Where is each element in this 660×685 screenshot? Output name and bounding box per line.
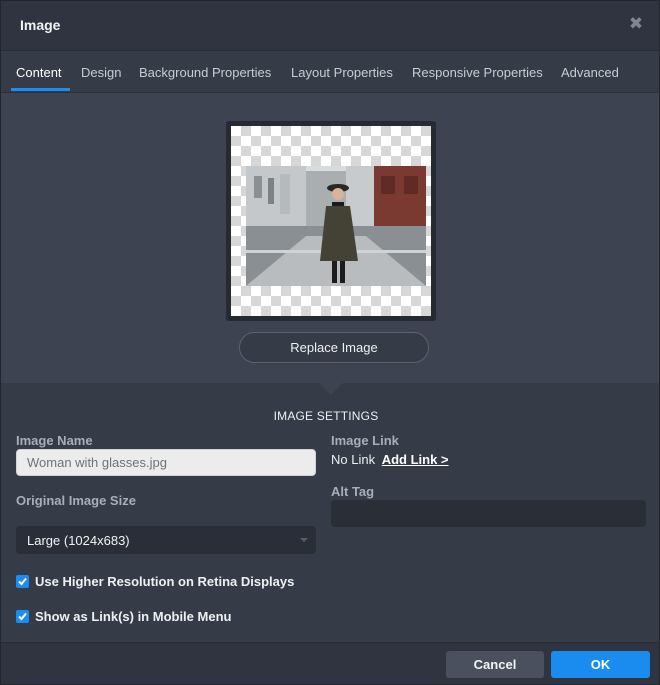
close-icon[interactable]: ✖ [627, 15, 645, 33]
ok-button[interactable]: OK [551, 651, 650, 678]
original-size-value: Large (1024x683) [27, 533, 130, 548]
tab-bar: Content Design Background Properties Lay… [1, 52, 659, 93]
image-name-field[interactable]: Woman with glasses.jpg [16, 449, 316, 476]
retina-checkbox[interactable] [16, 575, 29, 588]
image-dialog: Image ✖ Content Design Background Proper… [0, 0, 660, 685]
image-preview-area: Replace Image [1, 93, 659, 383]
mobile-menu-option[interactable]: Show as Link(s) in Mobile Menu [16, 609, 231, 624]
original-size-select[interactable]: Large (1024x683) [16, 526, 316, 554]
original-size-label: Original Image Size [16, 493, 136, 508]
preview-notch [319, 383, 343, 395]
replace-image-button[interactable]: Replace Image [239, 332, 429, 363]
add-link-button[interactable]: Add Link > [382, 452, 449, 467]
image-settings-heading: IMAGE SETTINGS [273, 409, 379, 423]
image-name-label: Image Name [16, 433, 93, 448]
dialog-title: Image [20, 17, 61, 33]
tab-advanced[interactable]: Advanced [561, 65, 619, 80]
image-preview-frame [226, 121, 436, 321]
tab-responsive-properties[interactable]: Responsive Properties [412, 65, 543, 80]
no-link-text: No Link [331, 452, 376, 467]
transparency-checkerboard [231, 126, 431, 316]
image-link-label: Image Link [331, 433, 399, 448]
tab-background-properties[interactable]: Background Properties [139, 65, 271, 80]
alt-tag-label: Alt Tag [331, 484, 375, 499]
tab-design[interactable]: Design [81, 65, 121, 80]
dialog-footer: Cancel OK [1, 642, 659, 684]
cancel-button[interactable]: Cancel [446, 651, 544, 678]
mobile-menu-label: Show as Link(s) in Mobile Menu [35, 609, 232, 624]
retina-option[interactable]: Use Higher Resolution on Retina Displays [16, 574, 294, 589]
preview-image [246, 166, 426, 286]
mobile-menu-checkbox[interactable] [16, 610, 29, 623]
retina-label: Use Higher Resolution on Retina Displays [35, 574, 295, 589]
dialog-titlebar: Image ✖ [1, 1, 659, 51]
active-tab-indicator [11, 88, 70, 91]
tab-content[interactable]: Content [16, 65, 62, 80]
alt-tag-field[interactable] [331, 500, 646, 527]
image-link-row: No Link Add Link > [331, 452, 449, 467]
tab-layout-properties[interactable]: Layout Properties [291, 65, 393, 80]
chevron-down-icon [300, 538, 308, 542]
